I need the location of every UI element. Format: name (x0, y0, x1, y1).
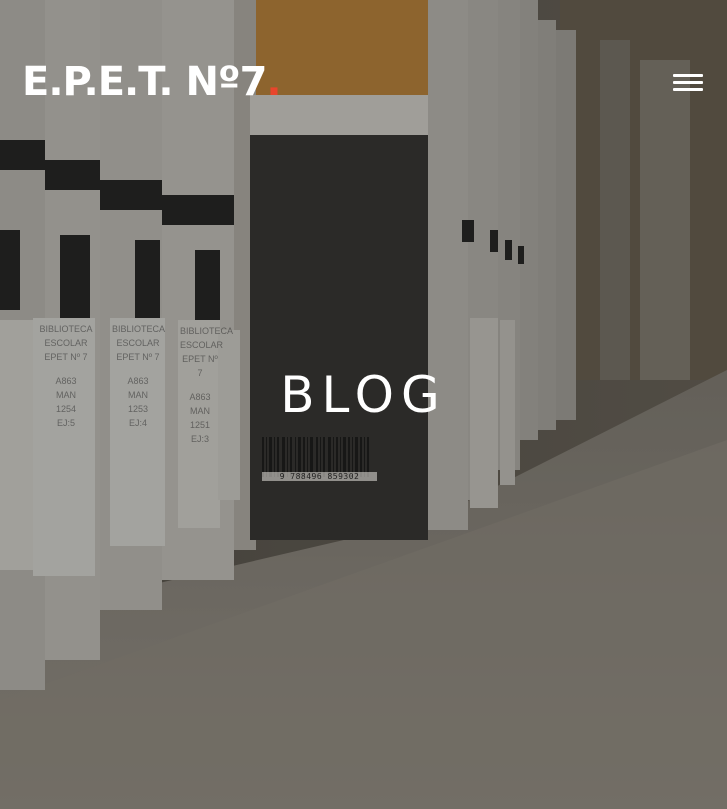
book-label: BIBLIOTECA ESCOLAR EPET Nº 7 A863 MAN 1253 EJ:… (112, 322, 166, 430)
book-label-line: 1254 (55, 404, 77, 414)
hamburger-menu-icon[interactable] (673, 72, 703, 94)
book-label: BIBLIOTECA ESCOLAR EPET Nº 7 A863 MAN 1251 EJ:… (180, 324, 234, 446)
book-label-line: A863 (55, 376, 77, 386)
book-label-line: BIBLIOTECA (112, 324, 166, 334)
menu-bar-bottom (673, 88, 703, 91)
menu-bar-middle (673, 81, 703, 84)
book-label-line: BIBLIOTECA (180, 326, 234, 336)
book-label-line: A863 (189, 392, 211, 402)
book-label-line: EPET Nº 7 (44, 352, 88, 362)
hero-section: E.P.E.T. Nº7. BLOG BIBLIOTECA ESCOLAR EPET… (0, 0, 727, 809)
book-label-line: EJ:5 (56, 418, 75, 428)
page-title: BLOG (280, 366, 447, 424)
barcode-number: 9 788496 859302 (262, 472, 377, 481)
brand-dot: . (266, 59, 281, 105)
book-label-line: MAN (128, 390, 148, 400)
book-label-line: EPET Nº 7 (116, 352, 160, 362)
book-label-line: EPET Nº 7 (182, 354, 218, 378)
book-label-line: EJ:3 (190, 434, 209, 444)
book-label-line: A863 (127, 376, 149, 386)
book-label-line: ESCOLAR (180, 340, 224, 350)
site-brand-logo[interactable]: E.P.E.T. Nº7. (22, 59, 282, 105)
book-label-line: 1251 (189, 420, 211, 430)
book-label-line: ESCOLAR (116, 338, 160, 348)
brand-text: E.P.E.T. Nº7 (22, 59, 267, 105)
book-label-line: 1253 (127, 404, 149, 414)
book-label-line: MAN (56, 390, 76, 400)
book-label-line: ESCOLAR (44, 338, 88, 348)
menu-bar-top (673, 74, 703, 77)
book-label-line: MAN (190, 406, 210, 416)
book-label-line: EJ:4 (128, 418, 147, 428)
book-label-line: BIBLIOTECA (39, 324, 93, 334)
book-label: BIBLIOTECA ESCOLAR EPET Nº 7 A863 MAN 1254 EJ:… (36, 322, 96, 430)
